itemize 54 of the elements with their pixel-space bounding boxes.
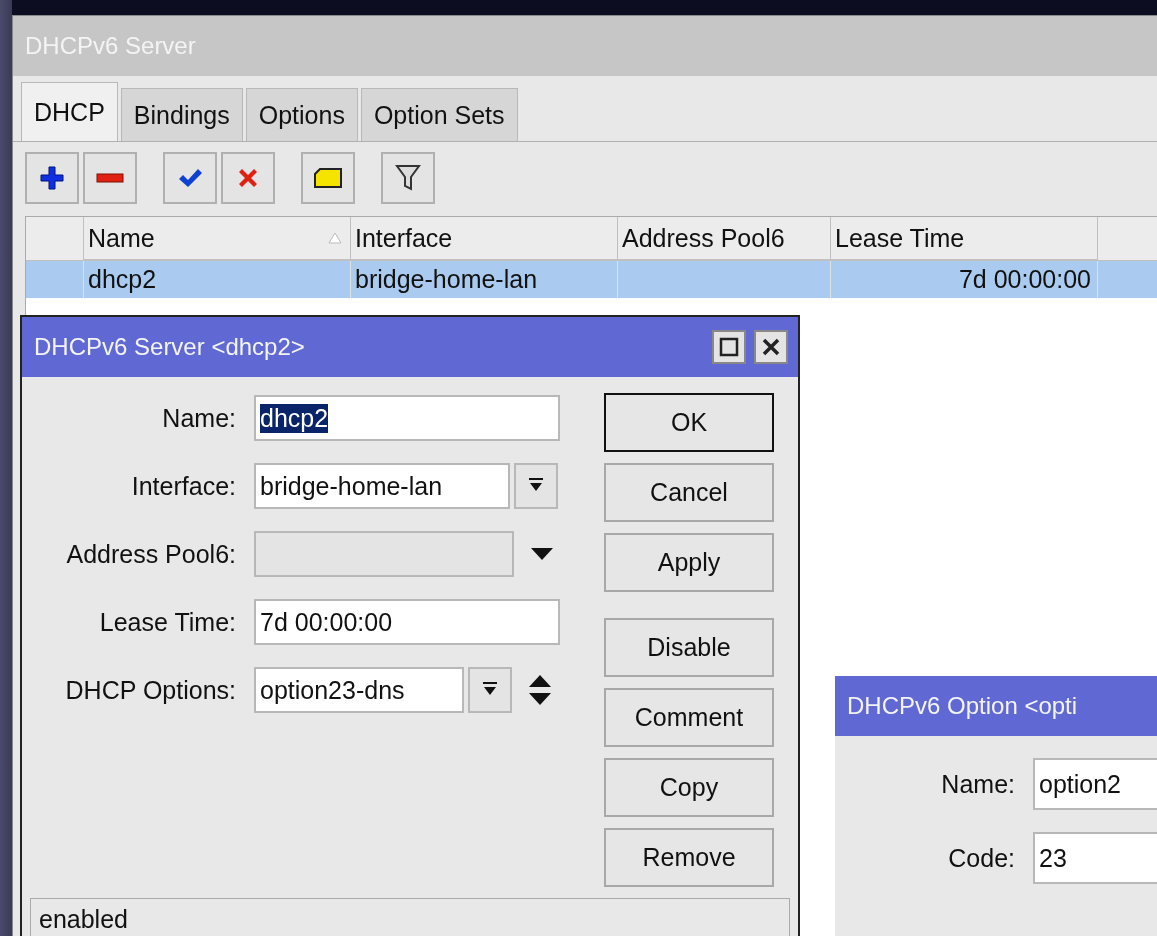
dialog-button[interactable]: Apply [604,533,774,592]
text-field[interactable]: 23 [1033,832,1157,884]
add-icon [39,165,65,191]
status-bar: enabled [30,897,790,936]
dropdown-field[interactable]: option23-dns [254,667,464,713]
dialog-button[interactable]: Cancel [604,463,774,522]
note-icon [313,167,343,189]
tab[interactable]: Options [245,88,358,141]
check-icon [177,167,203,189]
dropdown-button[interactable] [468,667,512,713]
column-header[interactable]: Name [84,217,351,260]
tab[interactable]: DHCP [21,82,118,141]
field-label: Code: [947,843,1015,873]
dialog-button[interactable]: Disable [604,618,774,677]
maximize-button[interactable] [712,330,746,364]
toolbar-button[interactable] [381,152,435,204]
close-button[interactable] [754,330,788,364]
dialog-button[interactable]: OK [604,393,774,452]
dropdown-field[interactable]: bridge-home-lan [254,463,510,509]
remove-icon [96,173,124,183]
tab[interactable]: Option Sets [360,88,518,141]
field-label: Name: [161,403,236,433]
dialog-button[interactable]: Remove [604,828,774,887]
text-field[interactable]: dhcp2 [254,395,560,441]
dialog-button[interactable]: Copy [604,758,774,817]
table-cell: 7d 00:00:00 [831,261,1098,298]
table-row[interactable]: dhcp2 bridge-home-lan 7d 00:00:00 [26,261,1157,298]
toolbar-button[interactable] [301,152,355,204]
table-cell: dhcp2 [84,261,351,298]
close-icon [762,338,780,356]
field-label: Interface: [130,471,236,501]
column-header[interactable]: Lease Time [831,217,1098,260]
filter-icon [395,163,421,193]
column-header[interactable]: Interface [351,217,618,260]
toolbar-button[interactable] [163,152,217,204]
dialog-title: DHCPv6 Option <opti [847,692,1078,720]
maximize-icon [719,337,739,357]
tab[interactable]: Bindings [120,88,243,141]
field-label: Address Pool6: [65,539,236,569]
field-label: Name: [940,769,1015,799]
toolbar-button[interactable] [83,152,137,204]
text-field[interactable]: option2 [1033,758,1157,810]
dropdown-arrow-icon[interactable] [530,547,554,561]
dialog-title: DHCPv6 Server <dhcp2> [34,333,305,361]
field-label: Lease Time: [98,607,236,637]
table-cell: bridge-home-lan [351,261,618,298]
field-label: DHCP Options: [64,675,236,705]
up-down-icon[interactable] [528,674,552,706]
dropdown-button[interactable] [514,463,558,509]
toolbar-button[interactable] [25,152,79,204]
text-field[interactable]: 7d 00:00:00 [254,599,560,645]
sort-icon [328,232,342,244]
column-header[interactable]: Address Pool6 [618,217,831,260]
dialog-button[interactable]: Comment [604,688,774,747]
